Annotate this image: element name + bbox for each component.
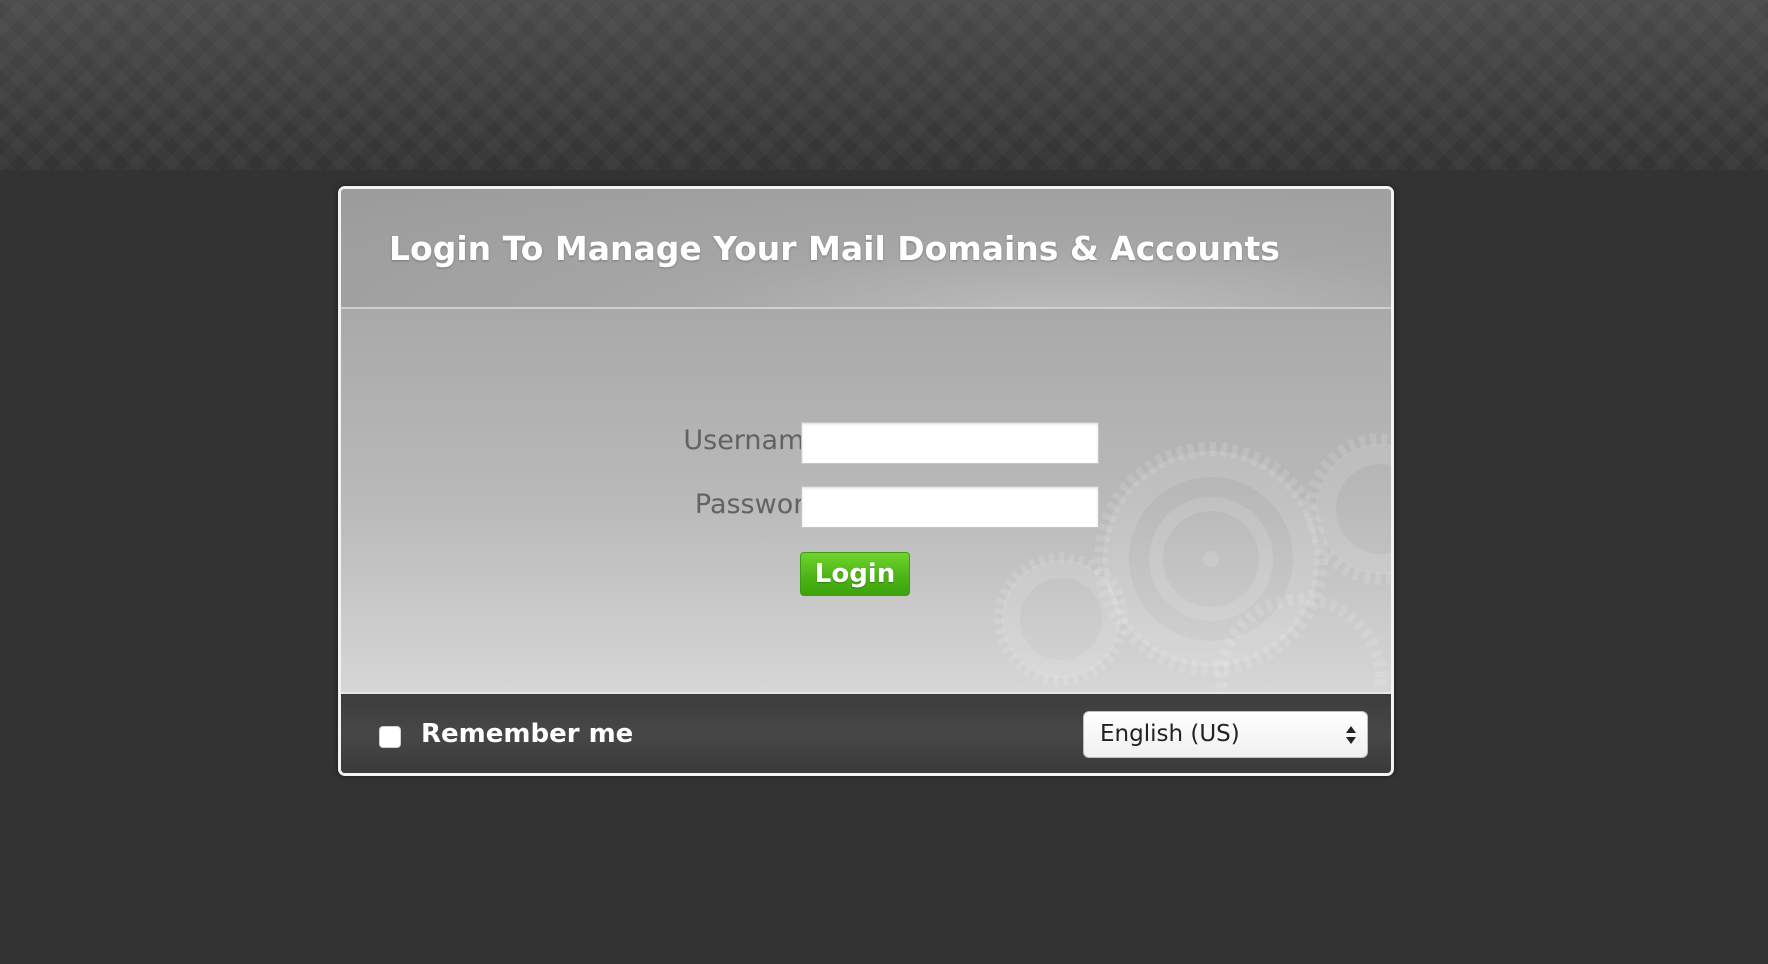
remember-me-checkbox[interactable] <box>379 726 401 748</box>
login-button[interactable]: Login <box>800 552 910 596</box>
password-label: Password <box>694 489 821 520</box>
username-label: Username <box>683 425 821 456</box>
login-panel: Login To Manage Your Mail Domains & Acco… <box>338 186 1394 776</box>
select-arrows-icon <box>1346 726 1356 744</box>
password-input[interactable] <box>801 486 1099 528</box>
page-title: Login To Manage Your Mail Domains & Acco… <box>389 229 1280 268</box>
page-background-pattern <box>0 0 1768 170</box>
language-select[interactable]: English (US) <box>1083 711 1368 758</box>
login-form: Username Password Login <box>341 309 1391 692</box>
remember-me-label[interactable]: Remember me <box>421 719 633 749</box>
username-input[interactable] <box>801 422 1099 464</box>
language-select-value: English (US) <box>1100 721 1240 747</box>
gears-decoration-icon <box>994 433 1391 689</box>
login-panel-header: Login To Manage Your Mail Domains & Acco… <box>341 189 1391 309</box>
login-panel-footer: Remember me English (US) <box>341 692 1391 773</box>
